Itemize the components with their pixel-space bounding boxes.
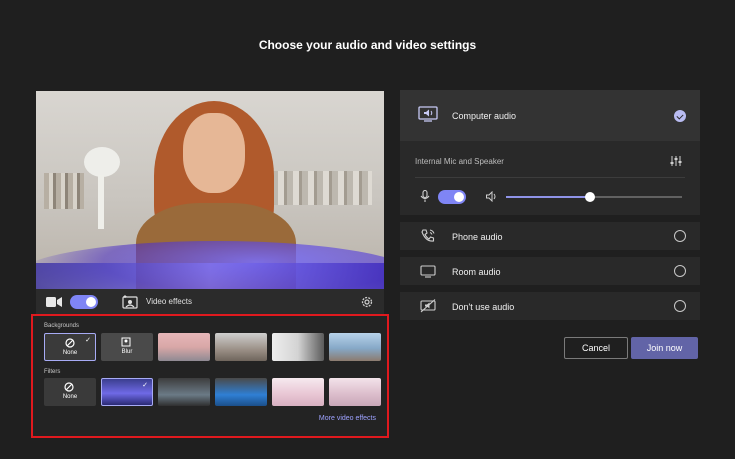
room-audio-label: Room audio — [452, 267, 501, 277]
filter-wave-band — [36, 263, 384, 289]
video-controls-bar: Video effects — [36, 289, 384, 315]
device-settings-icon[interactable] — [670, 156, 682, 166]
filter-thumb-gray-wave[interactable] — [158, 378, 210, 406]
background-books — [272, 171, 372, 205]
monitor-icon — [420, 265, 436, 278]
video-effects-panel: Backgrounds None ✓ Blur Filters None ✓ M… — [31, 314, 389, 438]
dont-use-audio-radio[interactable] — [674, 300, 686, 312]
phone-icon — [421, 229, 435, 242]
backgrounds-label: Backgrounds — [44, 323, 80, 329]
volume-slider-fill — [506, 196, 591, 198]
computer-audio-radio[interactable] — [674, 110, 686, 122]
filter-thumb-pink-blossom[interactable] — [272, 378, 324, 406]
background-thumb-blur[interactable]: Blur — [101, 333, 153, 361]
phone-audio-label: Phone audio — [452, 232, 503, 242]
video-effects-label[interactable]: Video effects — [146, 297, 192, 306]
background-lamp-stand — [98, 175, 104, 229]
more-video-effects-link[interactable]: More video effects — [319, 415, 376, 422]
background-bookshelf — [44, 173, 84, 209]
check-icon: ✓ — [142, 382, 148, 389]
computer-audio-icon — [418, 106, 438, 122]
none-icon — [65, 338, 75, 348]
audio-device-label[interactable]: Internal Mic and Speaker — [415, 157, 504, 166]
microphone-toggle[interactable] — [438, 190, 466, 204]
background-thumb-room[interactable] — [272, 333, 324, 361]
camera-toggle[interactable] — [70, 295, 98, 309]
divider — [415, 177, 685, 178]
background-thumb-city[interactable] — [329, 333, 381, 361]
audio-option-phone[interactable]: Phone audio — [400, 222, 700, 250]
filters-label: Filters — [44, 369, 61, 375]
filter-thumb-none[interactable]: None — [44, 378, 96, 406]
phone-audio-radio[interactable] — [674, 230, 686, 242]
background-thumb-bridge[interactable] — [158, 333, 210, 361]
filter-thumb-blue-splash[interactable] — [215, 378, 267, 406]
blur-icon — [121, 337, 131, 347]
person-face — [183, 113, 245, 193]
background-thumb-none[interactable]: None ✓ — [44, 333, 96, 361]
filter-thumb-purple-wave[interactable]: ✓ — [101, 378, 153, 406]
computer-audio-header[interactable]: Computer audio — [400, 90, 700, 141]
microphone-icon — [420, 190, 430, 202]
join-now-button[interactable]: Join now — [631, 337, 698, 359]
video-preview — [36, 91, 384, 289]
toggle-knob — [86, 297, 96, 307]
audio-option-none[interactable]: Don't use audio — [400, 292, 700, 320]
filter-label-none: None — [62, 394, 78, 400]
none-icon — [64, 382, 74, 392]
video-effects-icon[interactable] — [122, 295, 138, 309]
background-label-blur: Blur — [121, 349, 133, 355]
gear-icon[interactable] — [360, 295, 374, 309]
page-title: Choose your audio and video settings — [258, 38, 477, 52]
no-audio-icon — [420, 299, 436, 313]
dont-use-audio-label: Don't use audio — [452, 302, 515, 312]
cancel-button[interactable]: Cancel — [564, 337, 628, 359]
room-audio-radio[interactable] — [674, 265, 686, 277]
background-label-none: None — [62, 350, 78, 356]
check-icon: ✓ — [85, 337, 91, 344]
audio-option-room[interactable]: Room audio — [400, 257, 700, 285]
background-lamp — [84, 147, 120, 177]
background-thumb-office[interactable] — [215, 333, 267, 361]
camera-icon[interactable] — [46, 296, 62, 308]
computer-audio-label: Computer audio — [452, 111, 517, 121]
toggle-knob — [454, 192, 464, 202]
speaker-icon — [486, 191, 496, 202]
filter-thumb-pink-floral[interactable] — [329, 378, 381, 406]
volume-slider-thumb[interactable] — [585, 192, 596, 202]
volume-slider[interactable] — [506, 192, 682, 202]
computer-audio-card[interactable]: Computer audio Internal Mic and Speaker — [400, 90, 700, 215]
